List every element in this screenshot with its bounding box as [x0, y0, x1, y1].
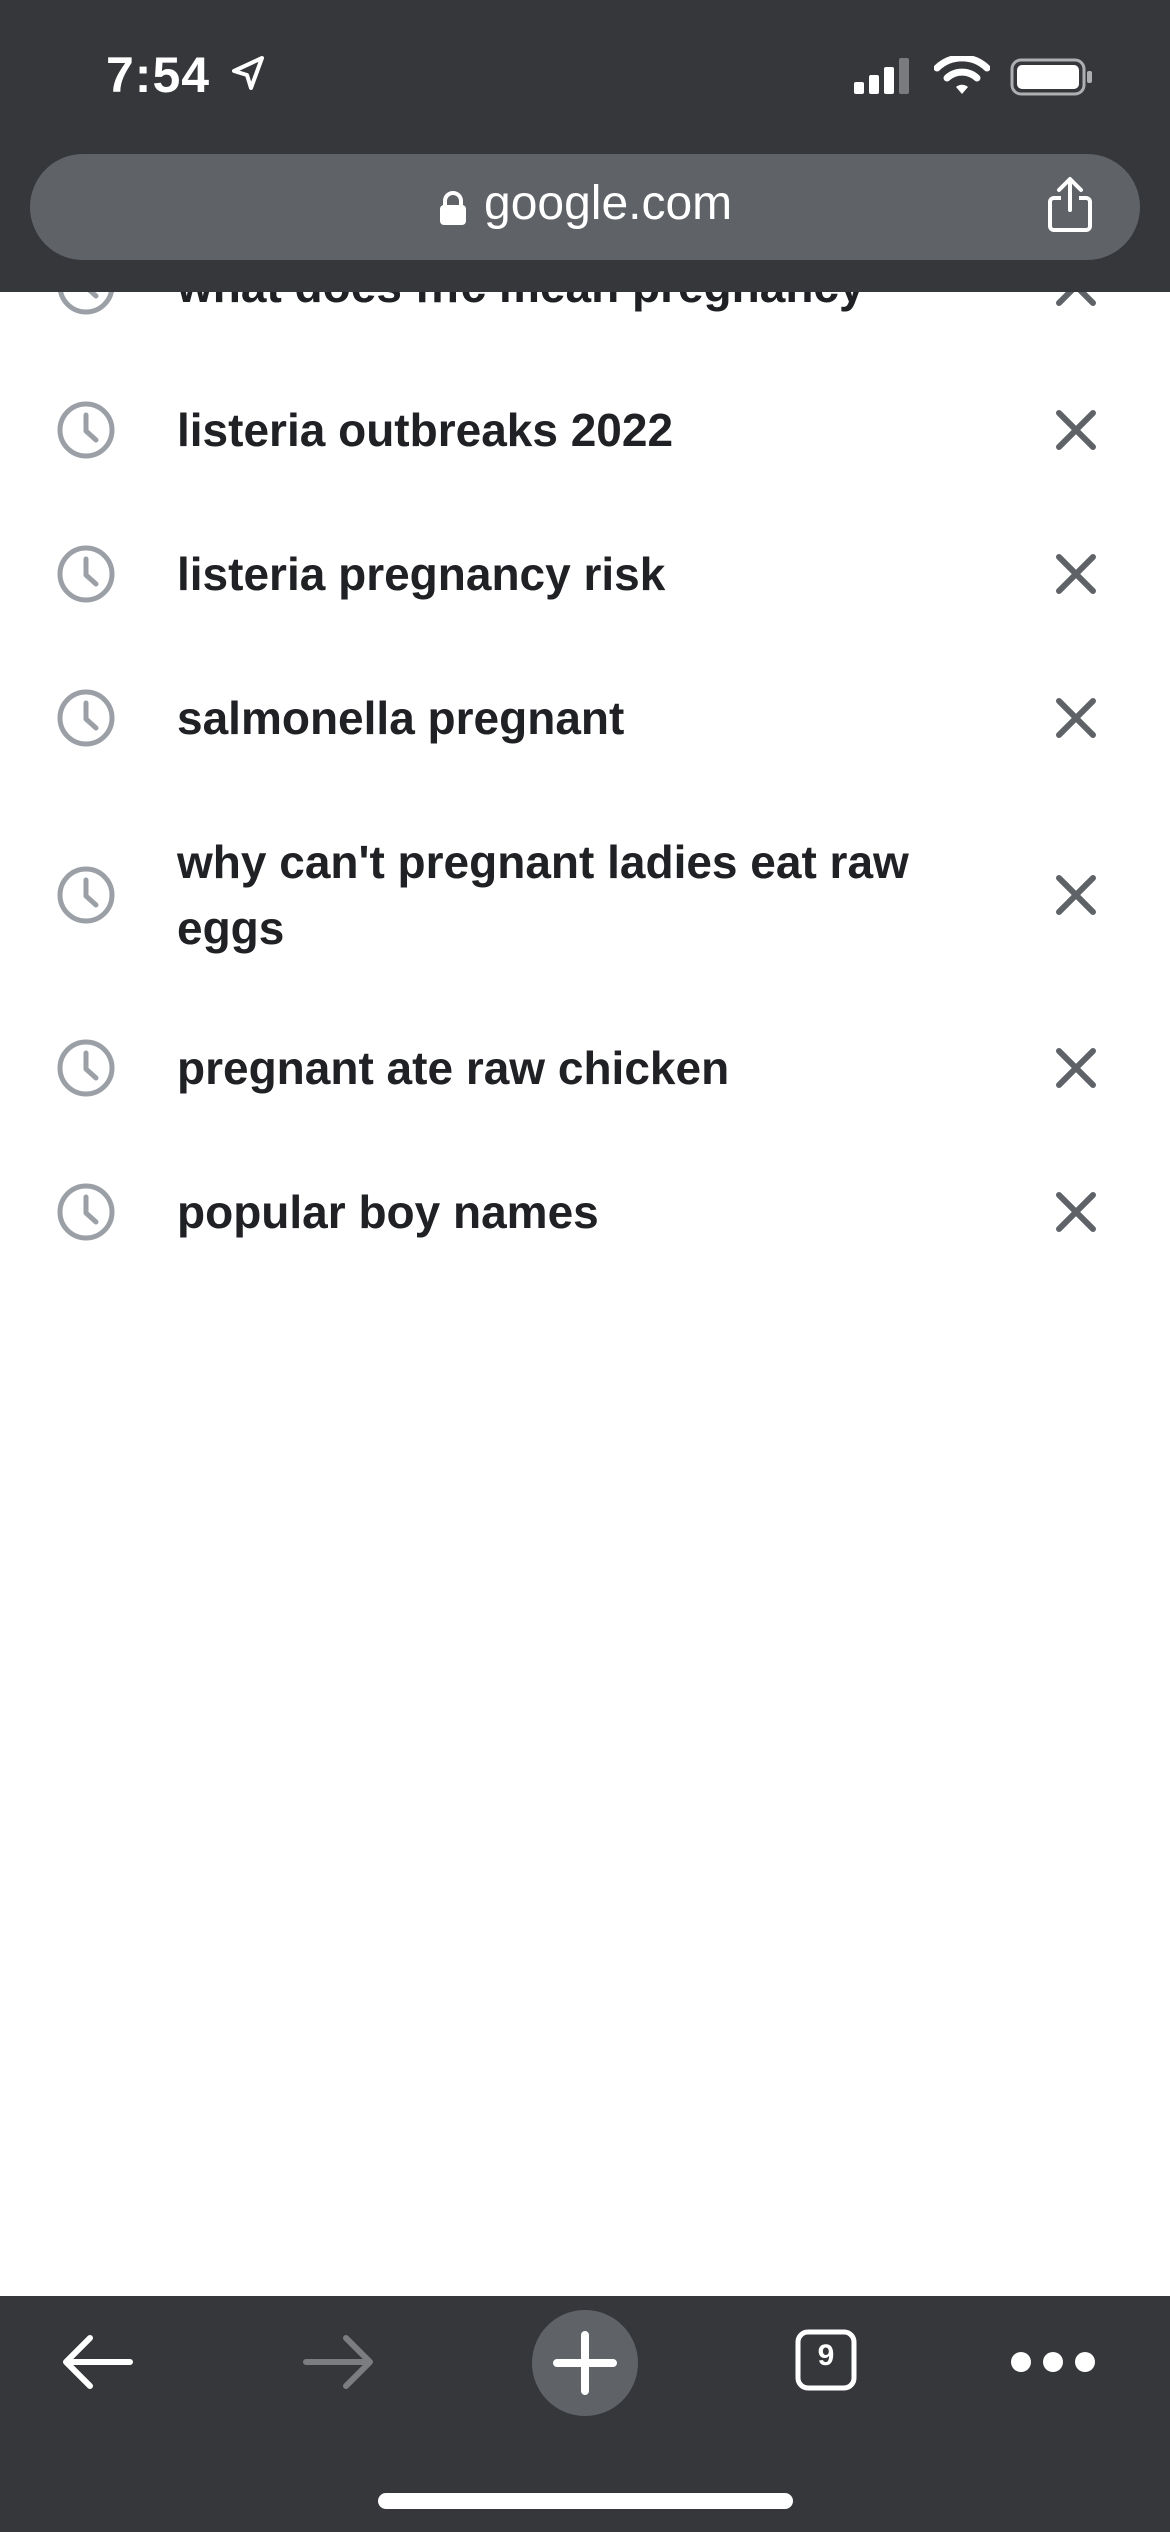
clock-icon [56, 1182, 116, 1247]
browser-top-bar: 7:54 google.com [0, 0, 1170, 292]
clock-icon [56, 865, 116, 930]
clock-icon [56, 544, 116, 609]
new-tab-button[interactable] [530, 2308, 640, 2418]
search-history-list: what does fffc mean pregnancy listeria ou… [0, 292, 1170, 1296]
history-suggestion-row[interactable]: listeria pregnancy risk [0, 518, 1170, 630]
history-query-text[interactable]: listeria outbreaks 2022 [177, 397, 957, 463]
clock-icon [56, 688, 116, 753]
history-query-text[interactable]: why can't pregnant ladies eat raw eggs [177, 829, 957, 961]
remove-suggestion-close-icon[interactable] [1054, 552, 1098, 601]
tab-switcher-button[interactable]: 9 [794, 2328, 858, 2392]
clock-icon [56, 292, 116, 321]
more-icon[interactable] [1010, 2350, 1096, 2374]
lock-icon [440, 191, 466, 225]
history-suggestion-row[interactable]: why can't pregnant ladies eat raw eggs [0, 806, 1170, 984]
home-indicator [378, 2493, 793, 2509]
history-suggestion-row[interactable]: pregnant ate raw chicken [0, 1012, 1170, 1124]
cellular-signal-icon [854, 58, 909, 94]
wifi-icon [934, 56, 990, 94]
remove-suggestion-close-icon[interactable] [1054, 408, 1098, 457]
clock-icon [56, 1038, 116, 1103]
url-domain[interactable]: google.com [484, 176, 732, 231]
share-icon[interactable] [1046, 176, 1094, 232]
remove-suggestion-close-icon[interactable] [1054, 696, 1098, 745]
history-query-text[interactable]: what does fffc mean pregnancy [177, 292, 957, 319]
remove-suggestion-close-icon[interactable] [1054, 1190, 1098, 1239]
history-suggestion-row[interactable]: what does fffc mean pregnancy [0, 292, 1170, 342]
history-suggestion-row[interactable]: listeria outbreaks 2022 [0, 374, 1170, 486]
clock-icon [56, 400, 116, 465]
back-arrow-icon[interactable] [58, 2330, 134, 2394]
tab-count: 9 [817, 2339, 835, 2372]
battery-icon [1010, 58, 1092, 96]
history-suggestion-row[interactable]: popular boy names [0, 1156, 1170, 1268]
remove-suggestion-close-icon[interactable] [1054, 1046, 1098, 1095]
history-suggestion-row[interactable]: salmonella pregnant [0, 662, 1170, 774]
remove-suggestion-close-icon[interactable] [1054, 292, 1098, 313]
status-time: 7:54 [106, 47, 211, 103]
forward-arrow-icon[interactable] [302, 2330, 378, 2394]
history-query-text[interactable]: listeria pregnancy risk [177, 541, 957, 607]
history-query-text[interactable]: salmonella pregnant [177, 685, 957, 751]
history-query-text[interactable]: popular boy names [177, 1179, 957, 1245]
location-arrow-icon [232, 56, 264, 90]
history-query-text[interactable]: pregnant ate raw chicken [177, 1035, 957, 1101]
remove-suggestion-close-icon[interactable] [1054, 873, 1098, 922]
